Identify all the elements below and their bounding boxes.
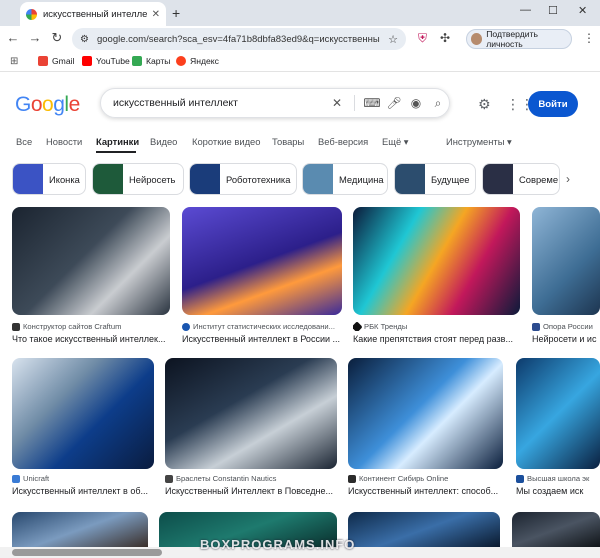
result-image[interactable] [182,207,342,315]
lens-icon[interactable]: ◉ [405,96,427,110]
microphone-icon[interactable]: 🎤︎ [383,96,405,110]
result-source[interactable]: Континент Сибирь Online [348,474,503,483]
tab-images[interactable]: Картинки [96,136,139,147]
login-button[interactable]: Войти [528,91,578,117]
tools-button[interactable]: Инструменты ▾ [446,136,512,148]
result-title[interactable]: Искусственный Интеллект в Повседне... [165,486,337,496]
tab-video[interactable]: Видео [150,136,177,147]
result-title[interactable]: Нейросети и ис [532,334,598,344]
result-image[interactable] [516,358,600,469]
address-bar[interactable]: ⚙ google.com/search?sca_esv=4fa71b8dbfa8… [72,28,406,50]
result-source[interactable]: Конструктор сайтов Craftum [12,322,170,331]
chevron-right-icon[interactable]: › [566,172,570,186]
scroll-thumb[interactable] [12,549,162,556]
browser-tab[interactable]: искусственный интеллект - По ✕ [20,2,166,26]
result-title[interactable]: Искусственный интеллект в об... [12,486,154,496]
keyboard-icon[interactable]: ⌨ [361,96,383,110]
result-image[interactable] [353,207,520,315]
new-tab-button[interactable]: + [172,5,180,21]
tab-more[interactable]: Ещё ▾ [382,136,409,148]
result-source[interactable]: Институт статистических исследовани... [182,322,342,331]
chip-neural-net[interactable]: Нейросеть [92,163,184,195]
close-window-icon[interactable]: ✕ [578,4,587,17]
chip-medicine[interactable]: Медицина [302,163,388,195]
tab-strip: искусственный интеллект - По ✕ + — ☐ ✕ [0,0,600,26]
bookmark-yandex[interactable]: Яндекс [176,56,219,66]
search-box[interactable]: искусственный интеллект ✕ ⌨ 🎤︎ ◉ ⌕ [100,88,450,118]
back-icon[interactable]: ← [4,30,22,45]
bookmarks-bar: ⊞ Gmail YouTube Карты Яндекс [0,52,600,72]
result-image[interactable] [348,512,500,547]
result-image[interactable] [512,512,600,547]
bookmark-maps[interactable]: Карты [132,56,171,66]
bookmark-star-icon[interactable]: ☆ [388,33,398,46]
google-logo[interactable]: Google [15,93,80,117]
result-image[interactable] [165,358,337,469]
result-image[interactable] [348,358,503,469]
tab-shopping[interactable]: Товары [272,136,304,147]
result-title[interactable]: Искусственный интеллект: способ... [348,486,503,496]
chip-modern[interactable]: Совреме [482,163,560,195]
result-source[interactable]: РБК Тренды [353,322,520,331]
result-image[interactable] [12,512,148,547]
tab-news[interactable]: Новости [46,136,82,147]
result-title[interactable]: Какие препятствия стоят перед разв... [353,334,520,344]
tab-short-video[interactable]: Короткие видео [192,136,260,147]
search-input[interactable]: искусственный интеллект [113,97,326,109]
reload-icon[interactable]: ↻ [48,30,66,46]
result-source[interactable]: Высшая школа эк [516,474,598,483]
result-source[interactable]: Опора России [532,322,598,331]
search-divider [354,95,355,111]
result-source[interactable]: Браслеты Constantin Nautics [165,474,337,483]
search-tabs: Все Новости Картинки Видео Короткие виде… [0,133,600,153]
minimize-icon[interactable]: — [520,4,531,16]
tab-all[interactable]: Все [16,136,32,147]
browser-menu-icon[interactable]: ⋮ [583,31,595,45]
site-info-icon[interactable]: ⚙ [80,34,89,45]
shield-extension-icon[interactable]: ⛨ [418,31,427,46]
extensions-icon[interactable]: ✣ [440,31,450,45]
apps-grid-icon[interactable]: ⊞ [10,56,18,67]
result-source[interactable]: Unicraft [12,474,154,483]
clear-search-icon[interactable]: ✕ [326,96,348,110]
result-image[interactable] [12,358,154,469]
chip-icon[interactable]: Иконка [12,163,86,195]
tab-close-icon[interactable]: ✕ [152,9,160,20]
profile-label: Подтвердить личность [486,29,538,49]
bookmark-gmail[interactable]: Gmail [38,56,74,66]
result-image[interactable] [12,207,170,315]
tab-web[interactable]: Веб-версия [318,136,368,147]
google-favicon-icon [26,8,37,20]
forward-icon[interactable]: → [26,30,44,45]
result-title[interactable]: Мы создаем иск [516,486,598,496]
bookmark-youtube[interactable]: YouTube [82,56,130,66]
address-url[interactable]: google.com/search?sca_esv=4fa71b8dbfa83e… [97,34,380,45]
result-title[interactable]: Искусственный интеллект в России ... [182,334,342,344]
profile-button[interactable]: Подтвердить личность [466,29,572,49]
avatar [471,33,483,45]
result-title[interactable]: Что такое искусственный интеллек... [12,334,170,344]
maximize-icon[interactable]: ☐ [548,4,558,17]
result-image[interactable] [532,207,600,315]
settings-gear-icon[interactable]: ⚙ [478,96,491,113]
search-icon[interactable]: ⌕ [427,96,449,111]
tab-title: искусственный интеллект - По [43,8,148,20]
watermark: BOXPROGRAMS.INFO [200,537,356,552]
active-tab-underline [96,151,136,153]
chip-future[interactable]: Будущее [394,163,476,195]
chip-robotics[interactable]: Робототехника [189,163,297,195]
